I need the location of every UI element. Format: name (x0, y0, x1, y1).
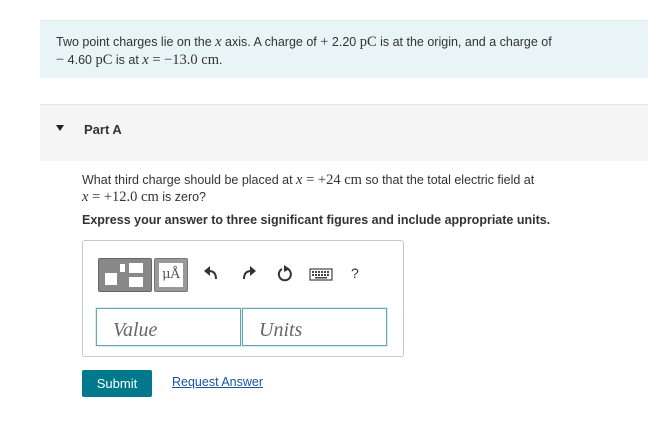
charge-unit: pC (95, 52, 113, 68)
template-block-icon (129, 263, 143, 273)
redo-icon[interactable] (237, 263, 259, 285)
units-button[interactable]: μÅ (154, 258, 188, 292)
question-part: What third charge should be placed at (82, 173, 297, 187)
problem-statement: Two point charges lie on the x axis. A c… (40, 20, 648, 78)
template-block-icon (120, 264, 125, 272)
math-expression: x = −13.0 cm (142, 52, 220, 68)
answer-box: μÅ ? (82, 240, 404, 357)
question-part: so that the total electric field at (361, 173, 535, 187)
template-block-icon (129, 277, 143, 287)
caret-down-icon[interactable] (56, 125, 64, 131)
template-block-icon (105, 273, 117, 285)
math-sign: − (56, 52, 65, 68)
units-input[interactable] (241, 307, 388, 347)
units-label: μÅ (159, 263, 183, 287)
problem-text: axis. A charge of (221, 35, 321, 49)
problem-text: Two point charges lie on the (56, 35, 216, 49)
math-expression: x = +24 cm (296, 172, 362, 188)
reset-icon[interactable] (274, 263, 296, 285)
part-a-header[interactable]: Part A (40, 104, 648, 161)
undo-icon[interactable] (201, 263, 223, 285)
submit-button[interactable]: Submit (82, 370, 152, 397)
help-icon[interactable]: ? (351, 265, 359, 281)
problem-text: is at the origin, and a charge of (376, 35, 552, 49)
charge-value: 2.20 (328, 35, 360, 49)
problem-text: . (219, 53, 223, 67)
problem-text: is at (112, 53, 143, 67)
answer-instruction: Express your answer to three significant… (82, 213, 551, 227)
math-expression: x = +12.0 cm (82, 189, 159, 205)
charge-unit: pC (359, 34, 377, 50)
request-answer-link[interactable]: Request Answer (172, 375, 263, 389)
charge-value: 4.60 (64, 53, 96, 67)
keyboard-icon[interactable] (309, 263, 333, 285)
value-input[interactable] (95, 307, 242, 347)
question-part: is zero? (158, 190, 207, 204)
templates-button[interactable] (98, 258, 152, 292)
question-text: What third charge should be placed at x … (82, 172, 622, 206)
part-title: Part A (84, 122, 122, 137)
